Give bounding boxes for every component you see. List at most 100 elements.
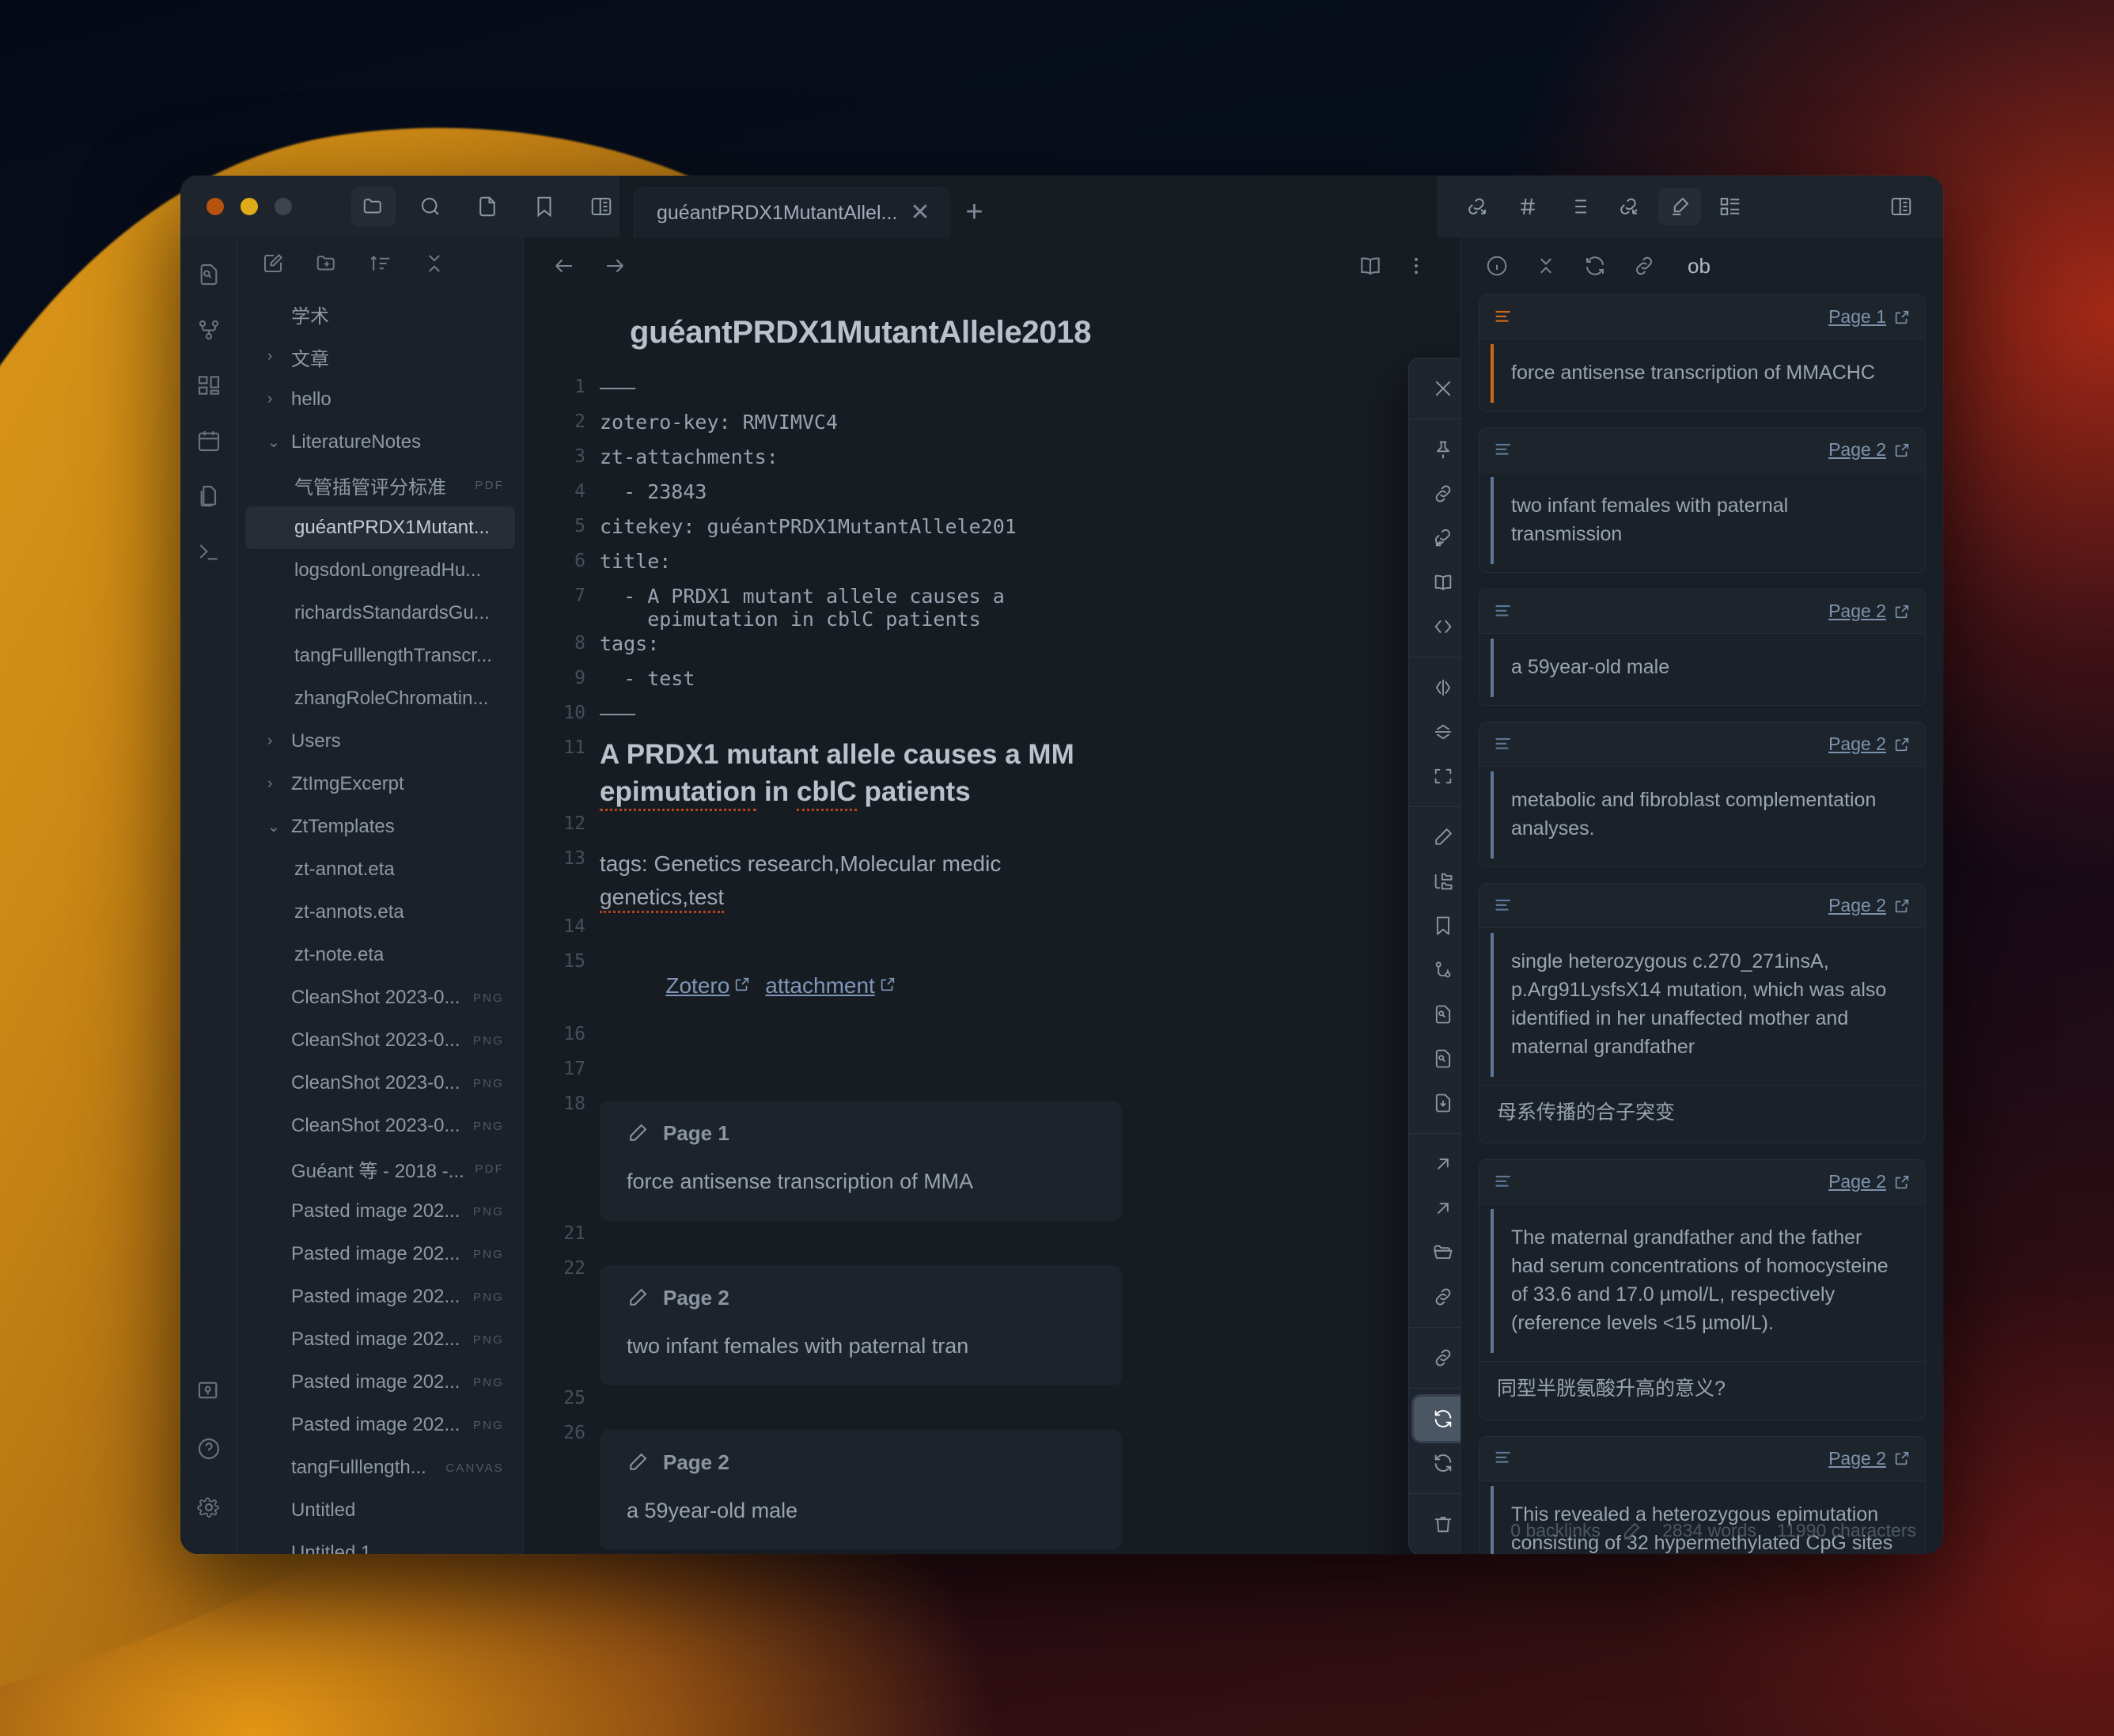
- document-body[interactable]: guéantPRDX1MutantAllele2018 1 ——— 2 zotero-…: [524, 294, 1460, 1554]
- new-note-icon[interactable]: [261, 252, 285, 275]
- menu-item-find[interactable]: Find...: [1414, 992, 1460, 1037]
- menu-item-copy-obsidian-url[interactable]: Copy Obsidian URL: [1414, 1336, 1460, 1380]
- explorer-item[interactable]: Pasted image 202... PNG: [245, 1361, 515, 1404]
- reading-view-icon[interactable]: [1358, 253, 1383, 279]
- menu-item-link-with-tab[interactable]: Link with tab...: [1414, 472, 1460, 516]
- explorer-item[interactable]: Pasted image 202... PNG: [245, 1190, 515, 1233]
- canvas-icon[interactable]: [192, 369, 225, 402]
- annotation-card[interactable]: Page 2 single heterozygous c.270_271insA,…: [1479, 883, 1926, 1144]
- explorer-item[interactable]: CleanShot 2023-0... PNG: [245, 1105, 515, 1147]
- explorer-item[interactable]: zhangRoleChromatin...: [245, 677, 515, 720]
- embedded-annotation-card[interactable]: Page 1 force antisense transcription of …: [600, 1100, 1122, 1221]
- embedded-annotation-card[interactable]: Page 2 two infant females with paternal …: [600, 1264, 1122, 1385]
- new-folder-icon[interactable]: [315, 252, 339, 275]
- refresh-icon[interactable]: [1583, 254, 1607, 278]
- zoom-window-button[interactable]: [275, 198, 292, 215]
- explorer-item[interactable]: Pasted image 202... PNG: [245, 1275, 515, 1318]
- chevron-icon[interactable]: ›: [267, 775, 291, 793]
- annotation-card[interactable]: Page 2 a 59year-old male: [1479, 589, 1926, 706]
- explorer-item[interactable]: Pasted image 202... PNG: [245, 1233, 515, 1275]
- settings-icon[interactable]: [192, 1491, 225, 1524]
- menu-item-reveal-file-in-navigation[interactable]: Reveal file in navigation: [1414, 1230, 1460, 1275]
- menu-item-delete-file[interactable]: Delete file: [1414, 1502, 1460, 1546]
- explorer-item[interactable]: tangFulllength... CANVAS: [245, 1446, 515, 1489]
- explorer-item[interactable]: › 文章: [245, 335, 515, 378]
- menu-item-bookmark[interactable]: Bookmark...: [1414, 904, 1460, 948]
- menu-item-move-to-new-window[interactable]: Move to new window: [1414, 754, 1460, 798]
- explorer-item[interactable]: zt-annot.eta: [245, 848, 515, 891]
- explorer-item[interactable]: richardsStandardsGu...: [245, 592, 515, 635]
- more-vertical-icon[interactable]: [1405, 255, 1427, 277]
- attachment-link[interactable]: attachment: [765, 973, 875, 998]
- explorer-item[interactable]: zt-note.eta: [245, 934, 515, 976]
- annotation-page-link[interactable]: Page 2: [1828, 1171, 1911, 1192]
- explorer-item[interactable]: Guéant 等 - 2018 -... PDF: [245, 1147, 515, 1190]
- zotero-link[interactable]: Zotero: [665, 973, 729, 998]
- vault-icon[interactable]: [192, 1374, 225, 1407]
- arrow-left-icon[interactable]: [552, 254, 576, 278]
- menu-item-split-down[interactable]: Split down: [1414, 710, 1460, 754]
- menu-item-open-linked-view[interactable]: Open linked view›: [1414, 1275, 1460, 1319]
- menu-item-merge-entire-file-with[interactable]: Merge entire file with...: [1414, 948, 1460, 992]
- explorer-item[interactable]: ⌄ ZtTemplates: [245, 805, 515, 848]
- annotation-page-link[interactable]: Page 1: [1828, 306, 1911, 328]
- embedded-annotation-card[interactable]: Page 2 a 59year-old male: [600, 1429, 1122, 1550]
- highlight-icon[interactable]: [1658, 188, 1701, 226]
- annotation-card[interactable]: Page 1 force antisense transcription of M…: [1479, 294, 1926, 411]
- tab-context-menu[interactable]: Close PinLink with tab...Backlinks in doc…: [1408, 358, 1460, 1554]
- explorer-item[interactable]: CleanShot 2023-0... PNG: [245, 976, 515, 1019]
- annotation-card[interactable]: Page 2 metabolic and fibroblast complemen…: [1479, 722, 1926, 867]
- annotation-card[interactable]: Page 2 two infant females with paternal t…: [1479, 427, 1926, 573]
- menu-item-reveal-in-finder[interactable]: Reveal in Finder: [1414, 1186, 1460, 1230]
- menu-item-rename[interactable]: Rename: [1414, 815, 1460, 859]
- explorer-item[interactable]: CleanShot 2023-0... PNG: [245, 1019, 515, 1062]
- chevron-icon[interactable]: ›: [267, 348, 291, 366]
- arrow-right-icon[interactable]: [603, 254, 627, 278]
- link-icon[interactable]: [1632, 254, 1656, 278]
- explorer-item[interactable]: logsdonLongreadHu...: [245, 549, 515, 592]
- explorer-item[interactable]: 学术: [245, 293, 515, 335]
- minimize-window-button[interactable]: [241, 198, 258, 215]
- menu-item-update-literature-note[interactable]: Update Literature Note: [1414, 1397, 1460, 1441]
- explorer-item[interactable]: › Users: [245, 720, 515, 763]
- menu-item-force-update-by-overwriting[interactable]: Force Update by Overwriting: [1414, 1441, 1460, 1485]
- menu-item-export-to-pdf[interactable]: Export to PDF...: [1414, 1081, 1460, 1125]
- explorer-item[interactable]: Untitled: [245, 1489, 515, 1532]
- properties-icon[interactable]: [1709, 188, 1752, 226]
- menu-item-source-mode[interactable]: Source mode: [1414, 605, 1460, 649]
- menu-item-replace[interactable]: Replace...: [1414, 1037, 1460, 1081]
- copy-file-icon[interactable]: [192, 479, 225, 513]
- collapse-icon[interactable]: [1534, 254, 1558, 278]
- chevron-icon[interactable]: ›: [267, 733, 291, 750]
- explorer-item[interactable]: zt-annots.eta: [245, 891, 515, 934]
- menu-item-backlinks-in-document[interactable]: Backlinks in document: [1414, 516, 1460, 560]
- menu-item-reading-view[interactable]: Reading view: [1414, 560, 1460, 605]
- collapse-icon[interactable]: [422, 252, 446, 275]
- menu-item-split-right[interactable]: Split right: [1414, 665, 1460, 710]
- annotation-page-link[interactable]: Page 2: [1828, 439, 1911, 461]
- toggle-sidebar-icon[interactable]: [1880, 188, 1923, 226]
- search-icon[interactable]: [408, 187, 453, 226]
- explorer-item[interactable]: ⌄ LiteratureNotes: [245, 421, 515, 464]
- annotation-page-link[interactable]: Page 2: [1828, 733, 1911, 755]
- explorer-item[interactable]: guéantPRDX1Mutant...: [245, 506, 515, 549]
- chevron-icon[interactable]: ⌄: [267, 434, 291, 452]
- tab-close-icon[interactable]: ✕: [910, 201, 930, 225]
- folder-icon[interactable]: [351, 187, 396, 226]
- close-window-button[interactable]: [206, 198, 224, 215]
- file-icon[interactable]: [465, 187, 510, 226]
- annotation-card[interactable]: Page 2 The maternal grandfather and the f…: [1479, 1159, 1926, 1420]
- file-search-icon[interactable]: [192, 258, 225, 291]
- calendar-icon[interactable]: [192, 424, 225, 457]
- chevron-icon[interactable]: ⌄: [267, 818, 291, 836]
- outline-icon[interactable]: [1557, 188, 1600, 226]
- explorer-item[interactable]: › hello: [245, 378, 515, 421]
- help-icon[interactable]: [192, 1432, 225, 1465]
- bookmark-icon[interactable]: [522, 187, 566, 226]
- explorer-item[interactable]: 气管插管评分标准 PDF: [245, 464, 515, 506]
- backlinks-icon[interactable]: [1608, 188, 1650, 226]
- panel-icon[interactable]: [579, 187, 623, 226]
- explorer-item[interactable]: › ZtImgExcerpt: [245, 763, 515, 805]
- graph-icon[interactable]: [192, 313, 225, 347]
- menu-item-open-in-default-app[interactable]: Open in default app: [1414, 1142, 1460, 1186]
